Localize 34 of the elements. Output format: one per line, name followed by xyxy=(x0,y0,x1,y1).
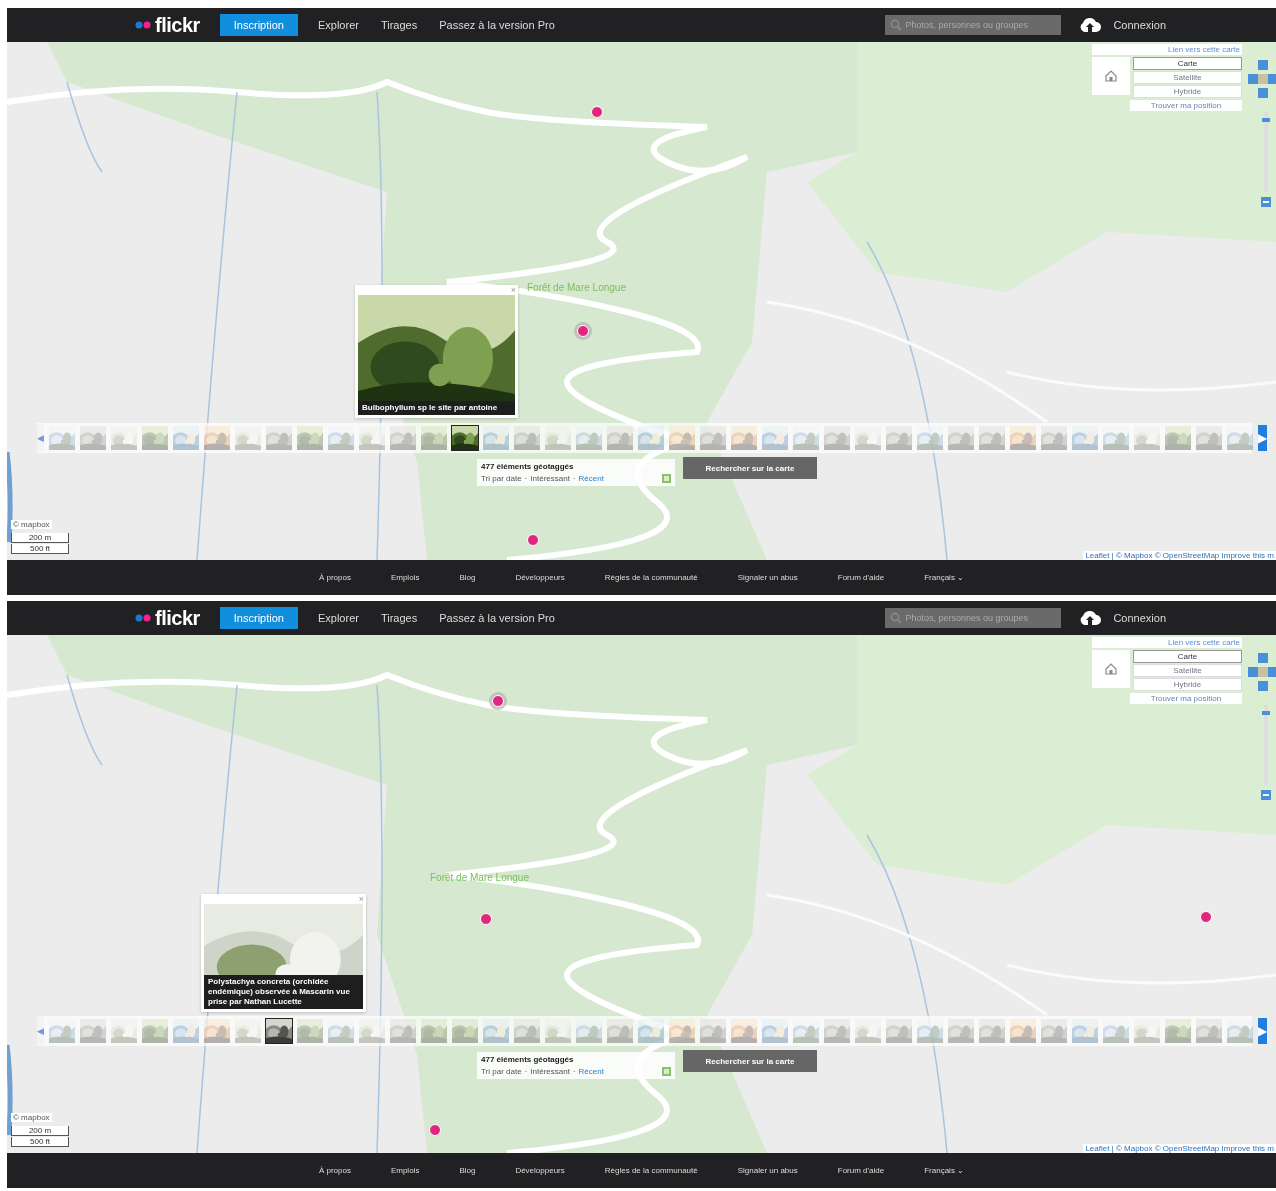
footer-link[interactable]: Blog xyxy=(459,573,476,582)
footer-link[interactable]: Règles de la communauté xyxy=(604,573,698,582)
footer-link[interactable]: Développeurs xyxy=(515,573,565,582)
footer-link[interactable]: Emplois xyxy=(390,1166,420,1175)
logo-dots-icon xyxy=(135,21,151,29)
footer-link[interactable]: Forum d'aide xyxy=(837,1166,885,1175)
logo-dots-icon xyxy=(135,614,151,622)
footer-link[interactable]: Développeurs xyxy=(515,1166,565,1175)
footer-link[interactable]: Signaler un abus xyxy=(737,573,798,582)
footer-link[interactable]: Français ⌄ xyxy=(924,573,965,582)
logo-text[interactable]: flickr xyxy=(155,606,200,630)
login-link[interactable]: Connexion xyxy=(1113,612,1166,624)
login-link[interactable]: Connexion xyxy=(1113,19,1166,31)
signup-button[interactable]: Inscription xyxy=(219,607,298,629)
nav-link[interactable]: Explorer xyxy=(317,19,359,31)
footer-link[interactable]: Emplois xyxy=(390,573,420,582)
footer-link[interactable]: Français ⌄ xyxy=(924,1166,965,1175)
footer-link[interactable]: Blog xyxy=(459,1166,476,1175)
logo-text[interactable]: flickr xyxy=(155,13,200,37)
footer-link[interactable]: Signaler un abus xyxy=(737,1166,798,1175)
search-icon xyxy=(890,612,903,624)
footer-link[interactable]: Règles de la communauté xyxy=(604,1166,698,1175)
signup-button[interactable]: Inscription xyxy=(219,14,298,36)
nav-link[interactable]: Tirages xyxy=(380,612,418,624)
cloud-upload-icon[interactable] xyxy=(1079,17,1102,33)
footer-link[interactable]: À propos xyxy=(318,1166,351,1175)
nav-link[interactable]: Passez à la version Pro xyxy=(439,19,555,31)
footer-link[interactable]: Forum d'aide xyxy=(837,573,885,582)
nav-link[interactable]: Tirages xyxy=(380,19,418,31)
footer-link[interactable]: À propos xyxy=(318,573,351,582)
cloud-upload-icon[interactable] xyxy=(1079,610,1102,626)
nav-link[interactable]: Passez à la version Pro xyxy=(439,612,555,624)
nav-link[interactable]: Explorer xyxy=(317,612,359,624)
search-icon xyxy=(890,19,903,31)
